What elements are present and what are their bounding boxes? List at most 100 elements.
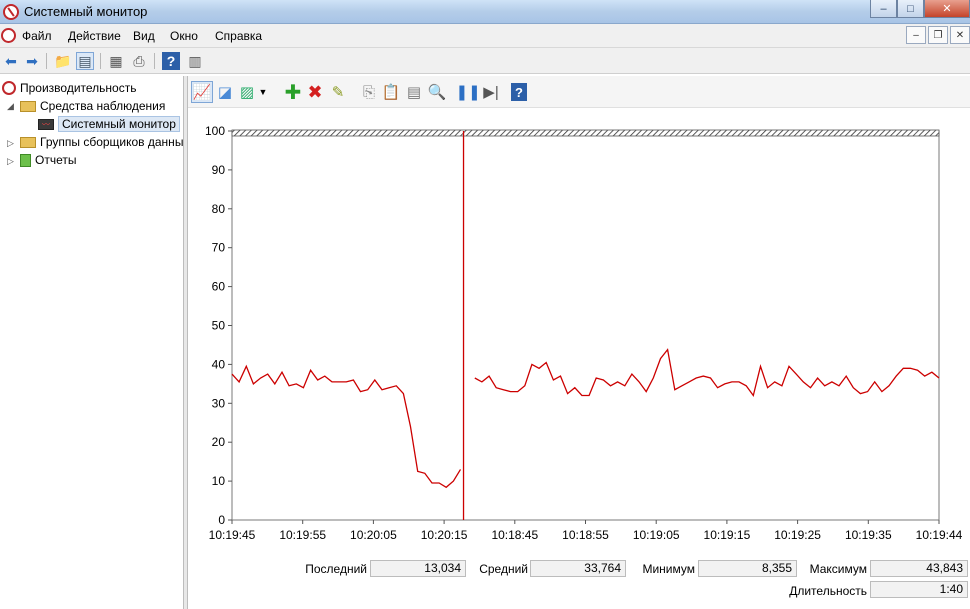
x-tick-label: 10:19:45 <box>209 528 256 542</box>
collector-sets-icon <box>20 136 36 148</box>
mdi-restore-button[interactable]: ❐ <box>928 26 948 44</box>
tree-item-label: Системный монитор <box>58 116 180 132</box>
toolbar-separator <box>46 53 47 69</box>
copy-properties-icon[interactable]: ⎘ <box>358 81 380 103</box>
x-tick-label: 10:20:15 <box>421 528 468 542</box>
monitor-icon: 〰 <box>38 118 54 130</box>
plot-area <box>231 130 940 521</box>
close-button[interactable]: ✕ <box>924 0 970 18</box>
back-arrow-icon[interactable]: ⬅ <box>2 52 20 70</box>
toolbar-separator <box>100 53 101 69</box>
y-tick-label: 60 <box>212 280 226 294</box>
freeze-display-icon[interactable]: ❚❚ <box>455 81 480 103</box>
expand-arrow-icon[interactable]: ▷ <box>7 156 14 167</box>
y-tick-label: 100 <box>205 124 225 138</box>
mdi-close-button[interactable]: ✕ <box>950 26 970 44</box>
window-title: Системный монитор <box>24 4 148 19</box>
tree-item-performance[interactable]: Производительность <box>2 79 136 97</box>
change-graph-type-icon[interactable]: ▨ <box>236 81 258 103</box>
menu-action[interactable]: Действие <box>68 29 121 43</box>
x-tick-label: 10:18:45 <box>491 528 538 542</box>
x-tick-label: 10:19:55 <box>279 528 326 542</box>
properties-icon[interactable]: ▤ <box>403 81 425 103</box>
title-bar: Системный монитор – □ ✕ <box>0 0 970 24</box>
x-tick-label: 10:20:05 <box>350 528 397 542</box>
properties-icon[interactable]: ▦ <box>107 52 125 70</box>
x-tick-label: 10:19:15 <box>704 528 751 542</box>
last-label: Последний <box>305 562 367 576</box>
print-icon[interactable]: ⎙ <box>130 52 148 70</box>
performance-monitor-pane: 📈 ◪ ▨ ▼ ✚ ✖ ✎ ⎘ 📋 ▤ 🔍 ❚❚ ▶| ? 0 10 20 30 40 5… <box>187 76 970 609</box>
navigation-tree: Производительность ◢ Средства наблюдения… <box>0 76 184 609</box>
tree-item-label: Средства наблюдения <box>40 99 166 113</box>
duration-value: 1:40 <box>870 581 968 598</box>
tree-item-label: Группы сборщиков данных <box>40 135 184 149</box>
menu-view[interactable]: Вид <box>133 29 155 43</box>
collapse-arrow-icon[interactable]: ◢ <box>7 101 14 112</box>
window-controls: – □ ✕ <box>870 0 970 19</box>
y-tick-label: 20 <box>212 435 226 449</box>
duration-label: Длительность <box>789 584 867 598</box>
y-tick-label: 70 <box>212 241 226 255</box>
y-tick-label: 50 <box>212 319 226 333</box>
statistics-bar: Последний 13,034 Средний 33,764 Минимум … <box>187 559 970 609</box>
tree-item-data-collector-sets[interactable]: Группы сборщиков данных <box>20 133 184 151</box>
show-hide-console-tree-icon[interactable]: ▤ <box>76 52 94 70</box>
help-icon[interactable]: ? <box>511 83 527 101</box>
performance-monitor-app-icon <box>3 4 19 20</box>
tree-item-monitoring-tools[interactable]: Средства наблюдения <box>20 97 165 115</box>
monitor-toolbar: 📈 ◪ ▨ ▼ ✚ ✖ ✎ ⎘ 📋 ▤ 🔍 ❚❚ ▶| ? <box>188 76 970 108</box>
minimum-value: 8,355 <box>698 560 797 577</box>
maximum-value: 43,843 <box>870 560 968 577</box>
minimum-label: Минимум <box>642 562 695 576</box>
y-tick-label: 80 <box>212 202 226 216</box>
up-folder-icon[interactable]: 📁 <box>54 52 72 70</box>
tree-item-system-monitor[interactable]: 〰 Системный монитор <box>38 115 180 133</box>
mdi-controls: – ❐ ✕ <box>906 26 970 44</box>
average-label: Средний <box>479 562 528 576</box>
forward-arrow-icon[interactable]: ➡ <box>23 52 41 70</box>
y-tick-label: 30 <box>212 396 226 410</box>
maximize-button[interactable]: □ <box>897 0 924 18</box>
average-value: 33,764 <box>530 560 626 577</box>
update-data-icon[interactable]: ▶| <box>480 81 502 103</box>
x-tick-label: 10:19:44 <box>916 528 963 542</box>
highlight-icon[interactable]: ✎ <box>327 81 349 103</box>
menu-help[interactable]: Справка <box>215 29 262 43</box>
x-tick-label: 10:19:25 <box>774 528 821 542</box>
x-tick-label: 10:19:35 <box>845 528 892 542</box>
y-tick-label: 10 <box>212 474 226 488</box>
x-tick-label: 10:18:55 <box>562 528 609 542</box>
tree-item-label: Отчеты <box>35 153 77 167</box>
mdi-minimize-button[interactable]: – <box>906 26 926 44</box>
main-toolbar: ⬅ ➡ 📁 ▤ ▦ ⎙ ? ▥ <box>0 48 970 74</box>
menu-file[interactable]: Файл <box>22 29 52 43</box>
add-counter-icon[interactable]: ✚ <box>282 81 304 104</box>
folder-icon <box>20 100 36 112</box>
tree-item-label: Производительность <box>20 81 137 95</box>
graph-type-dropdown-icon[interactable]: ▼ <box>257 81 269 103</box>
paste-counter-list-icon[interactable]: 📋 <box>380 81 402 103</box>
maximum-label: Максимум <box>809 562 867 576</box>
view-log-data-icon[interactable]: ◪ <box>214 81 236 103</box>
help-icon[interactable]: ? <box>162 52 180 70</box>
y-tick-label: 90 <box>212 163 226 177</box>
delete-counter-icon[interactable]: ✖ <box>304 81 326 103</box>
minimize-button[interactable]: – <box>870 0 897 18</box>
y-tick-label: 40 <box>212 357 226 371</box>
show-hide-action-pane-icon[interactable]: ▥ <box>186 52 204 70</box>
zoom-icon[interactable]: 🔍 <box>426 81 448 103</box>
menu-window[interactable]: Окно <box>170 29 198 43</box>
expand-arrow-icon[interactable]: ▷ <box>7 138 14 149</box>
performance-icon <box>2 81 16 95</box>
tree-item-reports[interactable]: Отчеты <box>20 151 76 169</box>
performance-line-chart: 0 10 20 30 40 50 60 70 80 90 100 10:19:45 10:19:55 10… <box>205 124 963 542</box>
last-value: 13,034 <box>370 560 466 577</box>
toolbar-separator <box>154 53 155 69</box>
reports-icon <box>20 153 31 167</box>
view-current-activity-icon[interactable]: 📈 <box>191 81 213 103</box>
hatched-top-strip <box>231 129 940 137</box>
x-tick-label: 10:19:05 <box>633 528 680 542</box>
menu-bar: Файл Действие Вид Окно Справка – ❐ ✕ <box>0 24 970 48</box>
performance-logo-icon <box>1 28 16 43</box>
